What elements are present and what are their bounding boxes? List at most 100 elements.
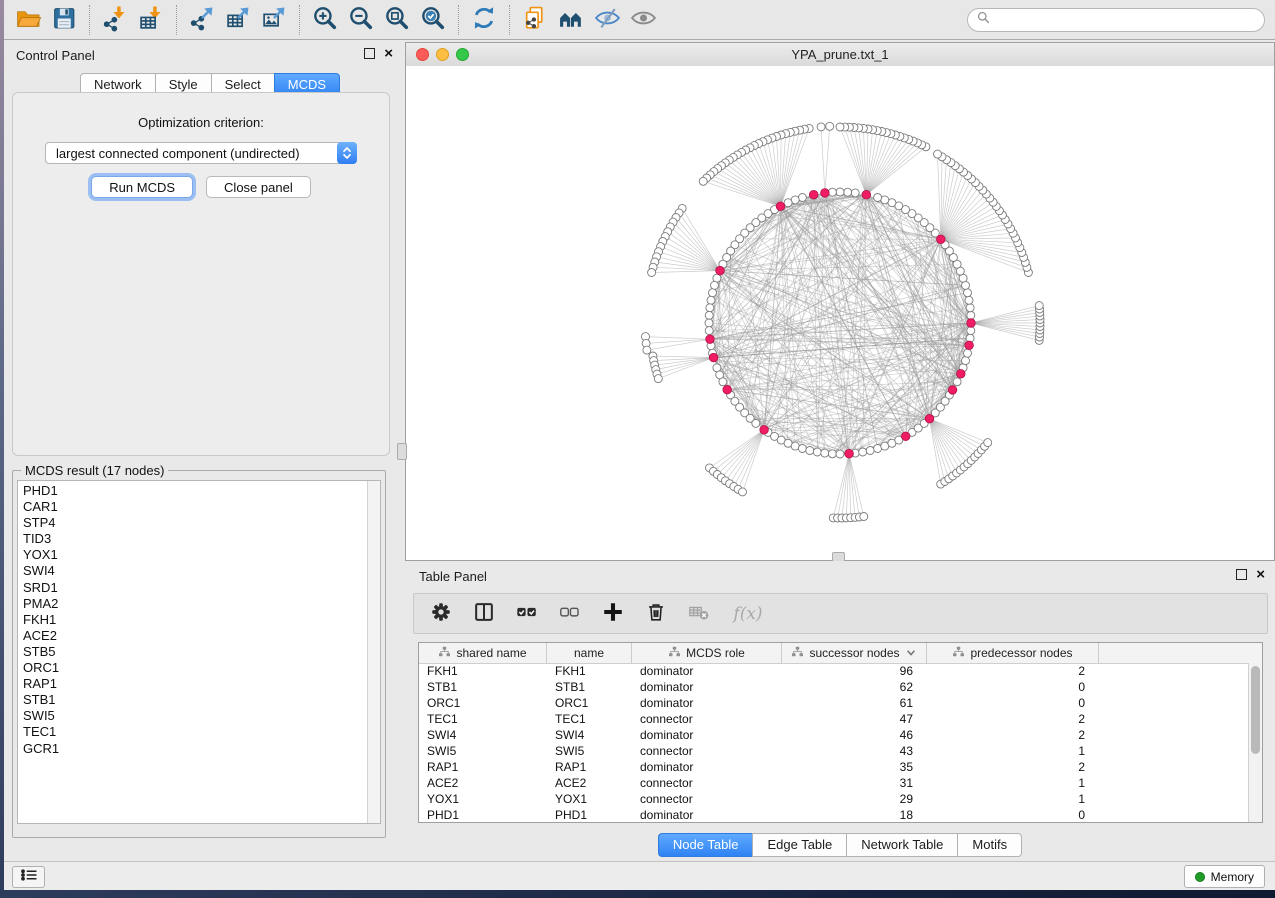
cell: 35 xyxy=(782,760,927,774)
table-row[interactable]: TEC1TEC1connector472 xyxy=(419,711,1249,727)
table-row[interactable]: ORC1ORC1dominator610 xyxy=(419,695,1249,711)
attribute-icon xyxy=(668,645,681,661)
network-title: YPA_prune.txt_1 xyxy=(406,47,1274,62)
zoom-in-icon xyxy=(312,5,339,35)
mcds-result-item[interactable]: PMA2 xyxy=(23,596,368,612)
table-row[interactable]: STB1STB1dominator620 xyxy=(419,679,1249,695)
export-network-button[interactable] xyxy=(184,3,220,37)
mcds-result-item[interactable]: SWI5 xyxy=(23,708,368,724)
table-scrollbar[interactable] xyxy=(1248,663,1262,822)
search-input[interactable] xyxy=(995,12,1255,28)
table-panel: Table Panel × f(x) shared namenameMCDS r… xyxy=(405,561,1275,862)
clone-network-icon xyxy=(522,5,549,35)
sort-desc-icon xyxy=(905,646,917,661)
close-table-panel-icon[interactable]: × xyxy=(1256,569,1265,580)
mcds-result-item[interactable]: PHD1 xyxy=(23,483,368,499)
mcds-result-item[interactable]: RAP1 xyxy=(23,676,368,692)
deselect-all-button[interactable] xyxy=(555,599,585,629)
mcds-result-item[interactable]: STP4 xyxy=(23,515,368,531)
settings-button[interactable] xyxy=(426,599,456,629)
select-all-button[interactable] xyxy=(512,599,542,629)
column-header-MCDS-role[interactable]: MCDS role xyxy=(632,643,782,663)
close-panel-button[interactable]: Close panel xyxy=(206,176,311,198)
mcds-result-item[interactable]: ORC1 xyxy=(23,660,368,676)
mcds-result-item[interactable]: GCR1 xyxy=(23,741,368,757)
clone-network-button[interactable] xyxy=(517,3,553,37)
open-session-button[interactable] xyxy=(10,3,46,37)
zoom-fit-button[interactable] xyxy=(379,3,415,37)
delete-row-button[interactable] xyxy=(641,599,671,629)
hide-selected-button[interactable] xyxy=(589,3,625,37)
mcds-result-item[interactable]: STB5 xyxy=(23,644,368,660)
column-header-predecessor-nodes[interactable]: predecessor nodes xyxy=(927,643,1099,663)
mcds-result-item[interactable]: TEC1 xyxy=(23,724,368,740)
cell: STB1 xyxy=(547,680,632,694)
zoom-selected-button[interactable] xyxy=(415,3,451,37)
column-header-name[interactable]: name xyxy=(547,643,632,663)
table-row[interactable]: SWI4SWI4dominator462 xyxy=(419,727,1249,743)
mcds-list-scrollbar[interactable] xyxy=(367,481,380,823)
mcds-result-item[interactable]: TID3 xyxy=(23,531,368,547)
network-canvas[interactable] xyxy=(406,66,1274,560)
deselect-all-icon xyxy=(558,600,582,627)
table-header: shared namenameMCDS rolesuccessor nodesp… xyxy=(419,643,1262,664)
first-neighbors-icon xyxy=(558,5,585,35)
toolbar-buttons xyxy=(10,3,661,37)
cell: 96 xyxy=(782,664,927,678)
export-table-button[interactable] xyxy=(220,3,256,37)
mcds-result-item[interactable]: SWI4 xyxy=(23,563,368,579)
export-image-icon xyxy=(261,5,288,35)
table-row[interactable]: RAP1RAP1dominator352 xyxy=(419,759,1249,775)
table-row[interactable]: PHD1PHD1dominator180 xyxy=(419,807,1249,823)
cell: FKH1 xyxy=(419,664,547,678)
table-row[interactable]: FKH1FKH1dominator962 xyxy=(419,663,1249,679)
first-neighbors-button[interactable] xyxy=(553,3,589,37)
zoom-out-button[interactable] xyxy=(343,3,379,37)
splitter-handle-vertical[interactable] xyxy=(397,443,407,460)
destroy-table-button xyxy=(684,599,714,629)
import-table-button[interactable] xyxy=(133,3,169,37)
tab-motifs[interactable]: Motifs xyxy=(957,833,1022,857)
cell: 62 xyxy=(782,680,927,694)
refresh-button[interactable] xyxy=(466,3,502,37)
table-row[interactable]: YOX1YOX1connector291 xyxy=(419,791,1249,807)
close-panel-icon[interactable]: × xyxy=(384,48,393,59)
table-row[interactable]: SWI5SWI5connector431 xyxy=(419,743,1249,759)
import-network-button[interactable] xyxy=(97,3,133,37)
zoom-in-button[interactable] xyxy=(307,3,343,37)
mcds-result-item[interactable]: STB1 xyxy=(23,692,368,708)
memory-button[interactable]: Memory xyxy=(1184,865,1265,888)
cell: dominator xyxy=(632,696,782,710)
automation-panel-button[interactable] xyxy=(12,866,45,888)
select-stepper-icon xyxy=(337,142,357,164)
cell: 46 xyxy=(782,728,927,742)
mcds-result-item[interactable]: CAR1 xyxy=(23,499,368,515)
show-all-button[interactable] xyxy=(625,3,661,37)
cell: dominator xyxy=(632,728,782,742)
tab-network-table[interactable]: Network Table xyxy=(846,833,958,857)
mcds-result-item[interactable]: ACE2 xyxy=(23,628,368,644)
mcds-result-item[interactable]: YOX1 xyxy=(23,547,368,563)
optimization-select[interactable]: largest connected component (undirected) xyxy=(45,142,357,164)
float-table-panel-icon[interactable] xyxy=(1236,569,1247,580)
mcds-result-list[interactable]: PHD1CAR1STP4TID3YOX1SWI4SRD1PMA2FKH1ACE2… xyxy=(18,481,368,823)
table-row[interactable]: ACE2ACE2connector311 xyxy=(419,775,1249,791)
cell: connector xyxy=(632,744,782,758)
columns-button[interactable] xyxy=(469,599,499,629)
tab-edge-table[interactable]: Edge Table xyxy=(752,833,847,857)
save-session-button[interactable] xyxy=(46,3,82,37)
export-image-button[interactable] xyxy=(256,3,292,37)
mcds-result-item[interactable]: FKH1 xyxy=(23,612,368,628)
column-header-successor-nodes[interactable]: successor nodes xyxy=(782,643,927,663)
add-row-button[interactable] xyxy=(598,599,628,629)
import-network-icon xyxy=(102,5,129,35)
column-header-shared-name[interactable]: shared name xyxy=(419,643,547,663)
tab-node-table[interactable]: Node Table xyxy=(658,833,754,857)
cell: PHD1 xyxy=(419,808,547,822)
toolbar-separator xyxy=(176,5,177,35)
cell: dominator xyxy=(632,760,782,774)
float-panel-icon[interactable] xyxy=(364,48,375,59)
run-mcds-button[interactable]: Run MCDS xyxy=(91,176,193,198)
mcds-result-item[interactable]: SRD1 xyxy=(23,580,368,596)
table-scrollbar-thumb[interactable] xyxy=(1251,666,1260,754)
